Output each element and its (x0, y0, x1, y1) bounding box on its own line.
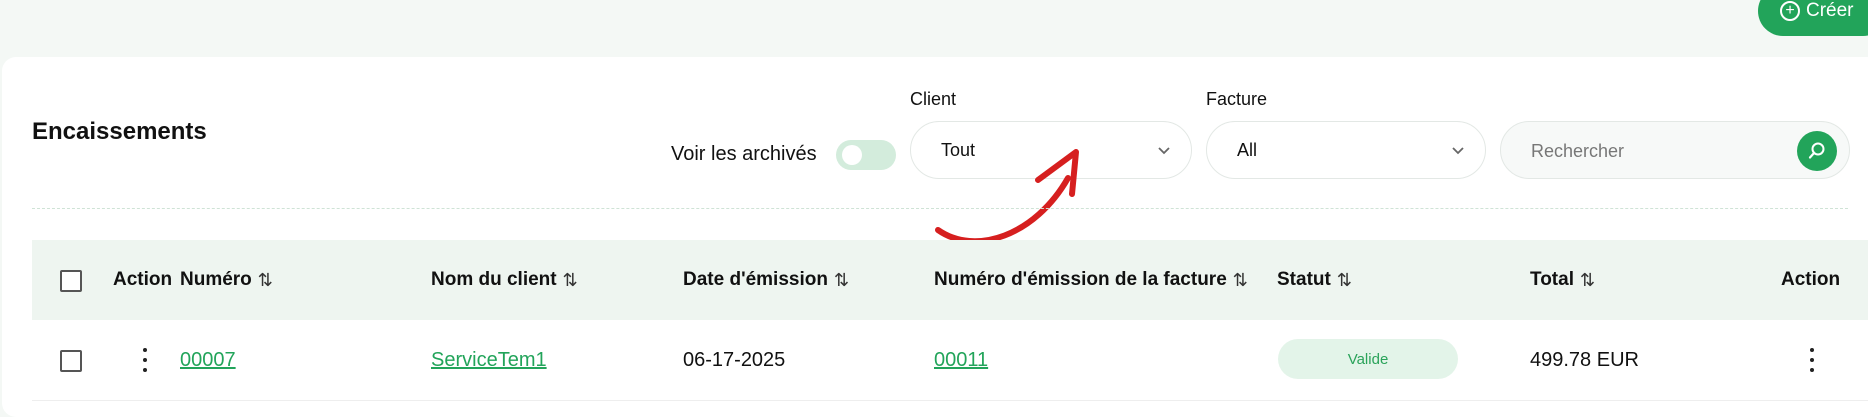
row-issue-date: 06-17-2025 (683, 349, 786, 371)
row-total: 499.78 EUR (1530, 349, 1639, 371)
row-action-menu-icon-right[interactable] (1807, 348, 1817, 372)
sort-icon[interactable]: ⇅ (258, 270, 273, 291)
search-icon (1808, 142, 1825, 159)
sort-icon[interactable]: ⇅ (1580, 270, 1595, 291)
chevron-down-icon (1158, 147, 1170, 155)
column-header-client-name[interactable]: Nom du client ⇅ (431, 269, 578, 291)
sort-icon[interactable]: ⇅ (1233, 270, 1248, 291)
column-header-invoice-number[interactable]: Numéro d'émission de la facture ⇅ (934, 269, 1248, 291)
invoice-filter-label: Facture (1206, 89, 1268, 109)
row-invoice-number-link[interactable]: 00011 (934, 349, 988, 372)
chevron-down-icon (1452, 147, 1464, 155)
search-button[interactable] (1797, 131, 1837, 171)
column-header-issue-date[interactable]: Date d'émission ⇅ (683, 269, 849, 291)
column-header-numero[interactable]: Numéro ⇅ (180, 269, 273, 291)
row-checkbox[interactable] (60, 350, 82, 372)
page-title: Encaissements (32, 118, 207, 145)
status-badge: Valide (1278, 339, 1458, 379)
row-client-link[interactable]: ServiceTem1 (431, 349, 547, 372)
column-header-action-right: Action (1781, 269, 1841, 290)
select-all-checkbox[interactable] (60, 270, 82, 292)
row-numero-link[interactable]: 00007 (180, 349, 236, 372)
plus-circle-icon: + (1780, 1, 1800, 21)
sort-icon[interactable]: ⇅ (563, 270, 578, 291)
archive-toggle-label: Voir les archivés (671, 143, 817, 165)
column-header-action: Action (113, 269, 173, 290)
section-divider (32, 208, 1848, 209)
row-action-menu-icon[interactable] (140, 348, 150, 372)
create-button-label: Créer (1806, 0, 1854, 21)
client-filter-label: Client (910, 89, 957, 109)
column-header-status[interactable]: Statut ⇅ (1277, 269, 1352, 291)
row-divider (32, 400, 1868, 401)
column-header-total[interactable]: Total ⇅ (1530, 269, 1595, 291)
search-input[interactable] (1531, 138, 1771, 164)
sort-icon[interactable]: ⇅ (1337, 270, 1352, 291)
invoice-select[interactable]: All (1206, 121, 1486, 179)
create-button[interactable]: + Créer (1758, 0, 1868, 36)
archive-toggle[interactable] (836, 140, 896, 170)
sort-icon[interactable]: ⇅ (834, 270, 849, 291)
invoice-select-value: All (1237, 139, 1258, 160)
toggle-knob (842, 145, 862, 165)
